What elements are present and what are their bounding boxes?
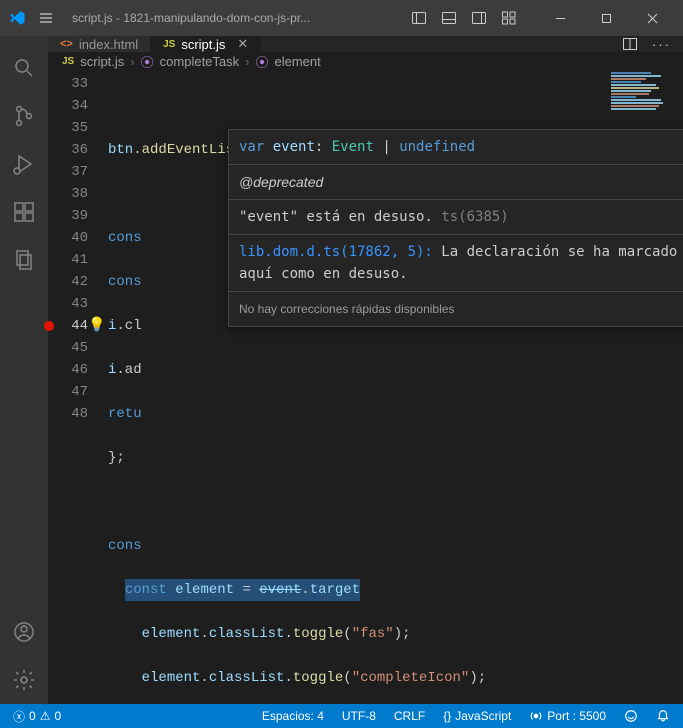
source-control-icon[interactable] [0,92,48,140]
hover-quickfix: No hay correcciones rápidas disponibles [229,292,683,326]
explorer-icon[interactable] [0,236,48,284]
gutter[interactable]: 33 34 35 36 37 38 39 40 41 42 43 💡44 45 … [48,71,108,704]
editor-tabs: <> index.html JS script.js ✕ ··· [48,36,683,52]
search-icon[interactable] [0,44,48,92]
accounts-icon[interactable] [0,608,48,656]
panel-bottom-icon[interactable] [441,10,457,26]
tab-index-html[interactable]: <> index.html [48,36,151,52]
status-eol[interactable]: CRLF [389,704,430,728]
window-title: script.js - 1821-manipulando-dom-con-js-… [72,11,399,25]
hover-tooltip: var event: Event | undefined @deprecated… [228,129,683,327]
status-feedback[interactable] [619,704,643,728]
status-notifications[interactable] [651,704,675,728]
symbol-icon: ⦿ [255,52,268,71]
split-editor-icon[interactable] [622,36,638,52]
bell-icon [656,709,670,723]
statusbar: ⓧ0 ⚠0 Espacios: 4 UTF-8 CRLF {} JavaScri… [0,704,683,728]
status-liveserver[interactable]: Port : 5500 [524,704,611,728]
js-file-icon: JS [163,39,175,50]
status-encoding[interactable]: UTF-8 [337,704,381,728]
maximize-button[interactable] [583,0,629,36]
vscode-logo-icon [8,9,26,27]
layout-grid-icon[interactable] [501,10,517,26]
breakpoint-icon[interactable] [44,321,54,331]
settings-gear-icon[interactable] [0,656,48,704]
html-file-icon: <> [60,38,73,50]
code-editor[interactable]: 33 34 35 36 37 38 39 40 41 42 43 💡44 45 … [48,71,683,704]
feedback-icon [624,709,638,723]
extensions-icon[interactable] [0,188,48,236]
layout-controls [411,10,525,26]
editor-area: <> index.html JS script.js ✕ ··· JS scri… [48,36,683,704]
source-link[interactable]: lib.dom.d.ts(17862, 5): [239,244,433,260]
more-actions-icon[interactable]: ··· [652,37,671,52]
breadcrumbs[interactable]: JS script.js › ⦿ completeTask › ⦿ elemen… [48,52,683,71]
menu-icon[interactable] [38,10,54,26]
chevron-right-icon: › [130,54,134,69]
error-icon: ⓧ [13,708,25,725]
hover-diagnostic: "event" está en desuso. ts(6385) [229,200,683,235]
js-file-icon: JS [62,56,74,67]
tab-label: index.html [79,37,138,52]
breadcrumb-symbol[interactable]: completeTask [160,54,239,69]
lightbulb-icon[interactable]: 💡 [88,315,105,337]
hover-signature: var event: Event | undefined [229,130,683,165]
status-language[interactable]: {} JavaScript [438,704,516,728]
symbol-icon: ⦿ [141,52,154,71]
hover-related: lib.dom.d.ts(17862, 5): La declaración s… [229,235,683,292]
run-debug-icon[interactable] [0,140,48,188]
close-icon[interactable]: ✕ [237,36,248,52]
status-indent[interactable]: Espacios: 4 [257,704,329,728]
broadcast-icon [529,709,543,723]
status-problems[interactable]: ⓧ0 ⚠0 [8,704,66,728]
minimize-button[interactable] [537,0,583,36]
panel-right-icon[interactable] [471,10,487,26]
tab-script-js[interactable]: JS script.js ✕ [151,36,261,52]
titlebar: script.js - 1821-manipulando-dom-con-js-… [0,0,683,36]
warning-icon: ⚠ [40,709,51,723]
tab-label: script.js [181,37,225,52]
activitybar [0,36,48,704]
panel-left-icon[interactable] [411,10,427,26]
hover-doc: @deprecated [229,165,683,200]
chevron-right-icon: › [245,54,249,69]
breadcrumb-file[interactable]: script.js [80,54,124,69]
window-controls [537,0,675,36]
breadcrumb-symbol[interactable]: element [275,54,321,69]
close-button[interactable] [629,0,675,36]
